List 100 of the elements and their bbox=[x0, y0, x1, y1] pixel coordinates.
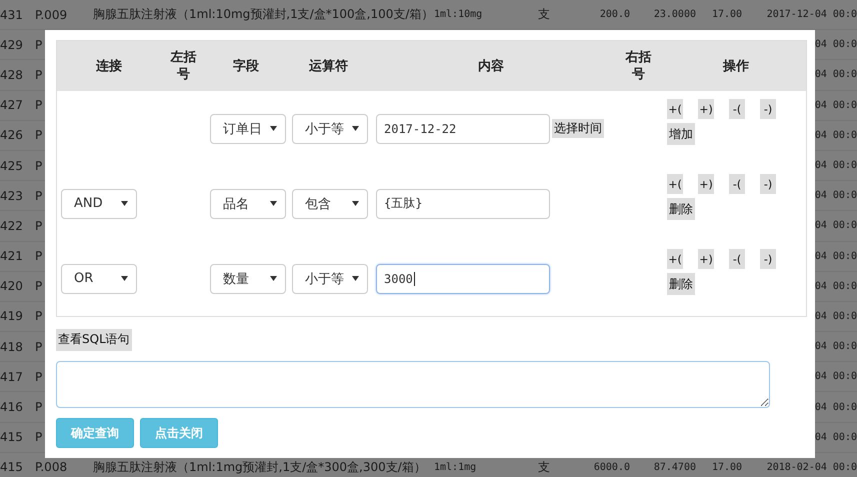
column-header: 连接 bbox=[96, 58, 122, 74]
table-cell: 422 bbox=[0, 218, 23, 233]
dropdown[interactable]: 包含 bbox=[292, 188, 368, 218]
column-header: 右括号 bbox=[624, 49, 652, 83]
dropdown-arrow-icon bbox=[270, 201, 277, 206]
table-cell: P.009 bbox=[35, 8, 68, 22]
table-cell: 421 bbox=[0, 249, 23, 264]
dropdown[interactable]: 小于等 bbox=[292, 114, 368, 144]
table-cell: P bbox=[35, 430, 42, 444]
dropdown-arrow-icon bbox=[121, 201, 128, 206]
parenthesis-button[interactable]: +( bbox=[667, 249, 683, 269]
dropdown[interactable]: 小于等 bbox=[292, 264, 368, 294]
table-cell: 423 bbox=[0, 188, 23, 203]
table-cell: 426 bbox=[0, 128, 23, 142]
dropdown[interactable]: 品名 bbox=[210, 188, 286, 218]
dropdown[interactable]: AND bbox=[61, 188, 137, 218]
table-cell: 419 bbox=[0, 309, 23, 324]
table-cell: 17.00 bbox=[712, 462, 742, 473]
table-cell: 417 bbox=[0, 370, 23, 384]
parenthesis-button[interactable]: -( bbox=[729, 249, 745, 269]
dropdown-arrow-icon bbox=[121, 276, 128, 281]
table-cell: 420 bbox=[0, 279, 23, 294]
view-sql-button[interactable]: 查看SQL语句 bbox=[56, 329, 132, 351]
parenthesis-button[interactable]: -( bbox=[729, 174, 745, 194]
table-cell: P bbox=[35, 400, 42, 414]
dropdown[interactable]: 数量 bbox=[210, 264, 286, 294]
table-cell: 04 00:0 bbox=[814, 341, 857, 352]
table-cell: 04 00:0 bbox=[814, 310, 857, 322]
table-cell: P bbox=[35, 158, 42, 173]
parenthesis-button[interactable]: +) bbox=[698, 249, 714, 269]
column-header: 左括号 bbox=[170, 49, 198, 83]
table-cell: 1ml:1mg bbox=[434, 462, 476, 473]
table-cell: 17.00 bbox=[712, 9, 742, 20]
table-cell: 418 bbox=[0, 340, 23, 354]
table-cell: 429 bbox=[0, 38, 23, 52]
parenthesis-button[interactable]: -) bbox=[760, 249, 776, 269]
table-cell: 2017-12-04 00:0 bbox=[766, 9, 857, 20]
table-cell: P bbox=[35, 279, 42, 294]
parenthesis-button[interactable]: +( bbox=[667, 99, 683, 119]
value-input[interactable]: {五肽} bbox=[376, 188, 550, 218]
parenthesis-button[interactable]: -) bbox=[760, 174, 776, 194]
table-cell: 胸腺五肽注射液（1ml:1mg预灌封,1支/盒*300盒,300支/箱） bbox=[93, 458, 426, 476]
table-cell: 425 bbox=[0, 158, 23, 173]
dropdown[interactable]: OR bbox=[61, 264, 137, 294]
dropdown-arrow-icon bbox=[270, 126, 277, 131]
table-cell: P bbox=[35, 249, 42, 264]
table-cell: P bbox=[35, 128, 42, 142]
table-cell: P bbox=[35, 98, 42, 112]
parenthesis-button[interactable]: +) bbox=[698, 174, 714, 194]
table-cell: 200.0 bbox=[600, 9, 630, 20]
table-cell: P bbox=[35, 38, 42, 52]
value-input[interactable]: 2017-12-22 bbox=[376, 114, 550, 144]
table-cell: 04 00:0 bbox=[814, 190, 857, 202]
row-action-button[interactable]: 删除 bbox=[667, 198, 695, 220]
table-cell: 04 00:0 bbox=[814, 220, 857, 232]
dropdown-arrow-icon bbox=[352, 276, 359, 281]
table-cell: 04 00:0 bbox=[814, 160, 857, 172]
table-cell: 23.0000 bbox=[654, 9, 696, 20]
table-cell: 04 00:0 bbox=[814, 280, 857, 292]
table-cell: 04 00:0 bbox=[814, 432, 857, 443]
parenthesis-button[interactable]: -) bbox=[760, 99, 776, 119]
pick-time-button[interactable]: 选择时间 bbox=[552, 119, 604, 138]
table-cell: 431 bbox=[0, 8, 23, 22]
table-cell: 87.4700 bbox=[654, 462, 696, 473]
table-cell: 支 bbox=[538, 6, 550, 24]
table-cell: P bbox=[35, 340, 42, 354]
table-cell: 04 00:0 bbox=[814, 250, 857, 262]
table-cell: P bbox=[35, 309, 42, 324]
table-cell: 04 00:0 bbox=[814, 130, 857, 141]
parenthesis-button[interactable]: +) bbox=[698, 99, 714, 119]
dropdown-arrow-icon bbox=[270, 276, 277, 281]
value-input[interactable]: 3000 bbox=[376, 264, 550, 294]
table-cell: P bbox=[35, 188, 42, 203]
table-cell: 1ml:10mg bbox=[434, 9, 482, 20]
table-cell: P bbox=[35, 370, 42, 384]
parenthesis-button[interactable]: -( bbox=[729, 99, 745, 119]
column-header: 运算符 bbox=[309, 58, 348, 74]
sql-textarea[interactable] bbox=[56, 360, 770, 408]
table-cell: 04 00:0 bbox=[814, 402, 857, 413]
table-cell: 2018-02-04 00:0 bbox=[766, 462, 857, 473]
column-header: 操作 bbox=[723, 58, 749, 74]
row-action-button[interactable]: 增加 bbox=[667, 123, 695, 145]
table-cell: 415 bbox=[0, 460, 23, 474]
table-cell: 6000.0 bbox=[594, 462, 630, 473]
dropdown[interactable]: 订单日 bbox=[210, 114, 286, 144]
table-cell: 427 bbox=[0, 98, 23, 112]
table-cell: 胸腺五肽注射液（1ml:10mg预灌封,1支/盒*100盒,100支/箱） bbox=[93, 6, 434, 24]
table-cell: P bbox=[35, 218, 42, 233]
dropdown-arrow-icon bbox=[352, 201, 359, 206]
table-cell: 428 bbox=[0, 68, 23, 82]
column-header: 字段 bbox=[233, 58, 259, 74]
table-cell: 支 bbox=[538, 458, 550, 476]
parenthesis-button[interactable]: +( bbox=[667, 174, 683, 194]
table-cell: 04 00:0 bbox=[814, 100, 857, 111]
table-cell: 415 bbox=[0, 430, 23, 444]
table-cell: P.008 bbox=[35, 460, 68, 474]
column-header: 内容 bbox=[478, 58, 504, 74]
dropdown-arrow-icon bbox=[352, 126, 359, 131]
row-action-button[interactable]: 删除 bbox=[667, 273, 695, 295]
table-cell: 416 bbox=[0, 400, 23, 414]
